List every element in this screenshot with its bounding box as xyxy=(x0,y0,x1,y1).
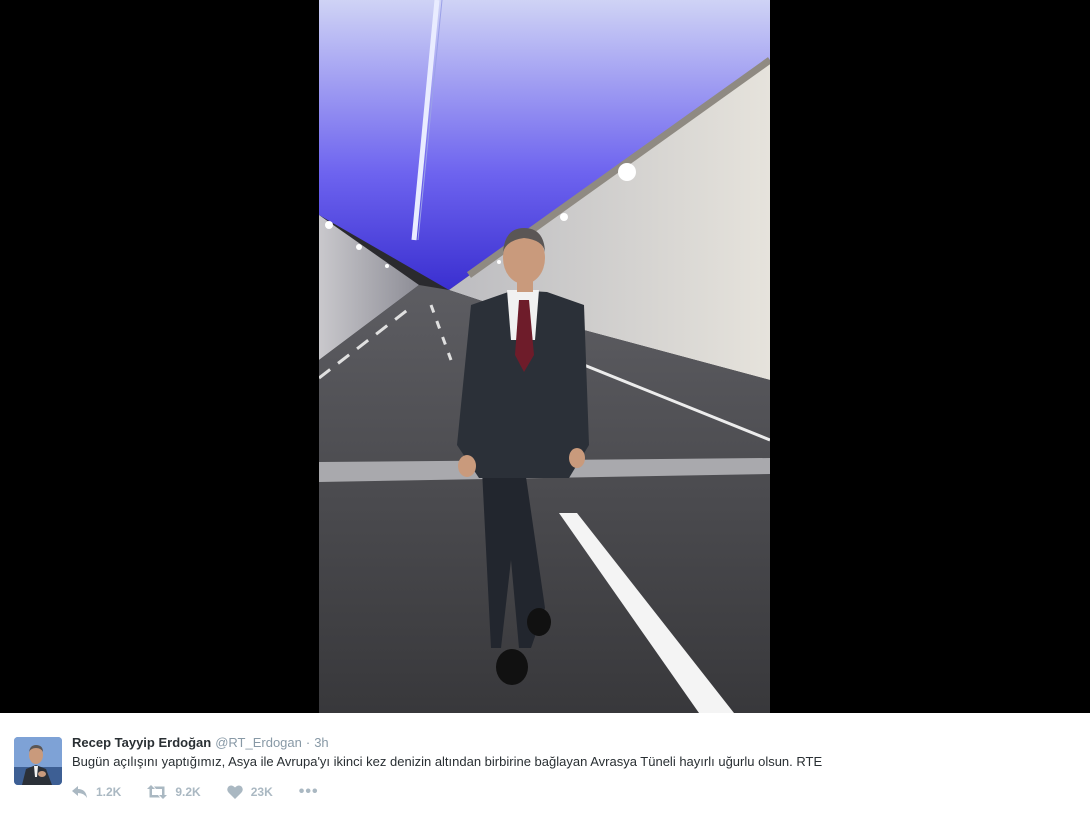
tweet-header: Recep Tayyip Erdoğan @RT_Erdogan · 3h xyxy=(72,735,329,750)
tweet-photo[interactable] xyxy=(319,0,770,713)
timestamp[interactable]: 3h xyxy=(314,735,328,750)
reply-button[interactable]: 1.2K xyxy=(72,785,121,799)
retweet-icon xyxy=(147,785,168,799)
more-options-icon[interactable]: ••• xyxy=(299,783,319,801)
tweet-details: Recep Tayyip Erdoğan @RT_Erdogan · 3h Bugün… xyxy=(0,713,1090,821)
heart-icon xyxy=(226,785,243,799)
like-button[interactable]: 23K xyxy=(226,785,273,799)
reply-count: 1.2K xyxy=(96,785,122,799)
tweet-text: Bugün açılışını yaptığımız, Asya ile Avr… xyxy=(72,754,823,769)
user-handle[interactable]: @RT_Erdogan xyxy=(215,735,302,750)
reply-icon xyxy=(72,786,87,798)
media-viewer xyxy=(0,0,1090,713)
avatar[interactable] xyxy=(14,737,62,785)
tweet-actions: 1.2K 9.2K 23K ••• xyxy=(72,783,319,801)
display-name[interactable]: Recep Tayyip Erdoğan xyxy=(72,735,211,750)
like-count: 23K xyxy=(250,785,273,799)
separator: · xyxy=(305,735,311,750)
retweet-button[interactable]: 9.2K xyxy=(147,785,201,799)
retweet-count: 9.2K xyxy=(175,785,201,799)
